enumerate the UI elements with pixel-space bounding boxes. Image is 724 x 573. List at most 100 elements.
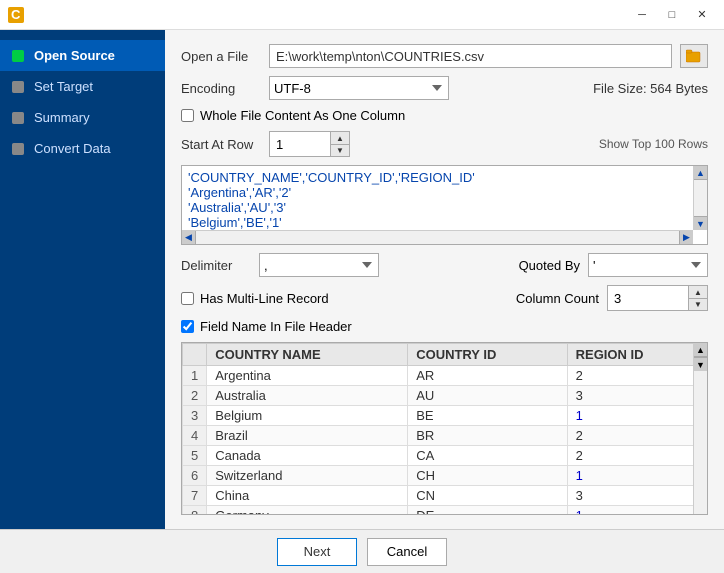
- multiline-colcount-row: Has Multi-Line Record Column Count ▲ ▼: [181, 285, 708, 311]
- spin-buttons: ▲ ▼: [330, 132, 349, 156]
- table-row: 4BrazilBR2: [183, 426, 707, 446]
- row-num-cell: 4: [183, 426, 207, 446]
- encoding-row: Encoding UTF-8 File Size: 564 Bytes: [181, 76, 708, 100]
- col-count-spinner: ▲ ▼: [607, 285, 708, 311]
- scroll-up-btn[interactable]: ▲: [694, 166, 707, 180]
- minimize-button[interactable]: ─: [628, 4, 656, 26]
- country-name-cell: Canada: [207, 446, 408, 466]
- row-num-cell: 3: [183, 406, 207, 426]
- encoding-select[interactable]: UTF-8: [269, 76, 449, 100]
- scroll-left-btn[interactable]: ◀: [182, 231, 196, 244]
- country-id-cell: CN: [408, 486, 567, 506]
- country-name-cell: Belgium: [207, 406, 408, 426]
- col-spin-up-button[interactable]: ▲: [689, 286, 707, 298]
- start-row-input[interactable]: [270, 132, 330, 156]
- data-table: COUNTRY NAME COUNTRY ID REGION ID 1Argen…: [182, 343, 707, 515]
- scroll-down-btn[interactable]: ▼: [694, 216, 707, 230]
- country-id-cell: AR: [408, 366, 567, 386]
- close-button[interactable]: ✕: [688, 4, 716, 26]
- country-name-cell: Germany: [207, 506, 408, 516]
- table-row: 3BelgiumBE1: [183, 406, 707, 426]
- field-name-row: Field Name In File Header: [181, 319, 708, 334]
- spin-down-button[interactable]: ▼: [331, 144, 349, 156]
- col-spin-buttons: ▲ ▼: [688, 286, 707, 310]
- dot-icon: [12, 143, 24, 155]
- region-id-cell: 3: [567, 386, 706, 406]
- whole-file-label: Whole File Content As One Column: [200, 108, 405, 123]
- start-at-row: Start At Row ▲ ▼ Show Top 100 Rows: [181, 131, 708, 157]
- row-num-cell: 8: [183, 506, 207, 516]
- sidebar-item-set-target[interactable]: Set Target: [0, 71, 165, 102]
- spin-up-button[interactable]: ▲: [331, 132, 349, 144]
- table-scroll-up[interactable]: ▲: [694, 343, 707, 357]
- cancel-button[interactable]: Cancel: [367, 538, 447, 566]
- country-id-cell: DE: [408, 506, 567, 516]
- col-spin-down-button[interactable]: ▼: [689, 298, 707, 310]
- preview-line-4: 'Belgium','BE','1': [188, 215, 701, 230]
- sidebar-label: Convert Data: [34, 141, 111, 156]
- table-row: 7ChinaCN3: [183, 486, 707, 506]
- dot-icon: [12, 50, 24, 62]
- title-bar-left: C: [8, 7, 24, 23]
- quoted-by-select[interactable]: ': [588, 253, 708, 277]
- preview-hscroll[interactable]: ◀ ▶: [182, 230, 693, 244]
- sidebar-item-summary[interactable]: Summary: [0, 102, 165, 133]
- browse-button[interactable]: [680, 44, 708, 68]
- data-table-wrapper[interactable]: COUNTRY NAME COUNTRY ID REGION ID 1Argen…: [181, 342, 708, 515]
- scroll-track: [694, 180, 707, 216]
- scroll-right-btn[interactable]: ▶: [679, 231, 693, 244]
- start-at-label: Start At Row: [181, 137, 261, 152]
- encoding-label: Encoding: [181, 81, 261, 96]
- table-scroll-down[interactable]: ▼: [694, 357, 707, 371]
- sidebar-label: Summary: [34, 110, 90, 125]
- table-row: 8GermanyDE1: [183, 506, 707, 516]
- country-name-cell: Brazil: [207, 426, 408, 446]
- preview-box[interactable]: 'COUNTRY_NAME','COUNTRY_ID','REGION_ID' …: [181, 165, 708, 245]
- country-name-cell: Argentina: [207, 366, 408, 386]
- sidebar-item-open-source[interactable]: Open Source: [0, 40, 165, 71]
- region-id-cell: 2: [567, 426, 706, 446]
- col-header-num: [183, 344, 207, 366]
- sidebar-label: Open Source: [34, 48, 115, 63]
- table-vscroll[interactable]: ▲ ▼: [693, 343, 707, 514]
- column-count-label: Column Count: [516, 291, 599, 306]
- whole-file-checkbox[interactable]: [181, 109, 194, 122]
- app-icon: C: [8, 7, 24, 23]
- row-num-cell: 1: [183, 366, 207, 386]
- country-id-cell: CH: [408, 466, 567, 486]
- quoted-by-label: Quoted By: [519, 258, 580, 273]
- country-name-cell: Switzerland: [207, 466, 408, 486]
- table-row: 6SwitzerlandCH1: [183, 466, 707, 486]
- table-row: 1ArgentinaAR2: [183, 366, 707, 386]
- next-button[interactable]: Next: [277, 538, 357, 566]
- file-size-label: File Size: 564 Bytes: [593, 81, 708, 96]
- start-row-spinner: ▲ ▼: [269, 131, 350, 157]
- file-path-input[interactable]: [269, 44, 672, 68]
- delimiter-row: Delimiter , Quoted By ': [181, 253, 708, 277]
- region-id-cell: 3: [567, 486, 706, 506]
- restore-button[interactable]: □: [658, 4, 686, 26]
- sidebar-label: Set Target: [34, 79, 93, 94]
- sidebar-item-convert-data[interactable]: Convert Data: [0, 133, 165, 164]
- row-num-cell: 2: [183, 386, 207, 406]
- folder-icon: [686, 49, 702, 63]
- multiline-checkbox-group: Has Multi-Line Record: [181, 291, 329, 306]
- sidebar: Open Source Set Target Summary Convert D…: [0, 30, 165, 529]
- svg-text:C: C: [11, 7, 21, 22]
- delimiter-select[interactable]: ,: [259, 253, 379, 277]
- country-id-cell: BE: [408, 406, 567, 426]
- region-id-cell: 2: [567, 366, 706, 386]
- row-num-cell: 7: [183, 486, 207, 506]
- row-num-cell: 5: [183, 446, 207, 466]
- hscroll-track: [196, 231, 679, 244]
- preview-vscroll[interactable]: ▲ ▼: [693, 166, 707, 230]
- title-bar: C ─ □ ✕: [0, 0, 724, 30]
- country-id-cell: BR: [408, 426, 567, 446]
- col-header-country-name: COUNTRY NAME: [207, 344, 408, 366]
- multiline-checkbox[interactable]: [181, 292, 194, 305]
- col-count-input[interactable]: [608, 286, 688, 310]
- field-name-checkbox[interactable]: [181, 320, 194, 333]
- region-id-cell: 1: [567, 506, 706, 516]
- region-id-cell: 1: [567, 466, 706, 486]
- row-num-cell: 6: [183, 466, 207, 486]
